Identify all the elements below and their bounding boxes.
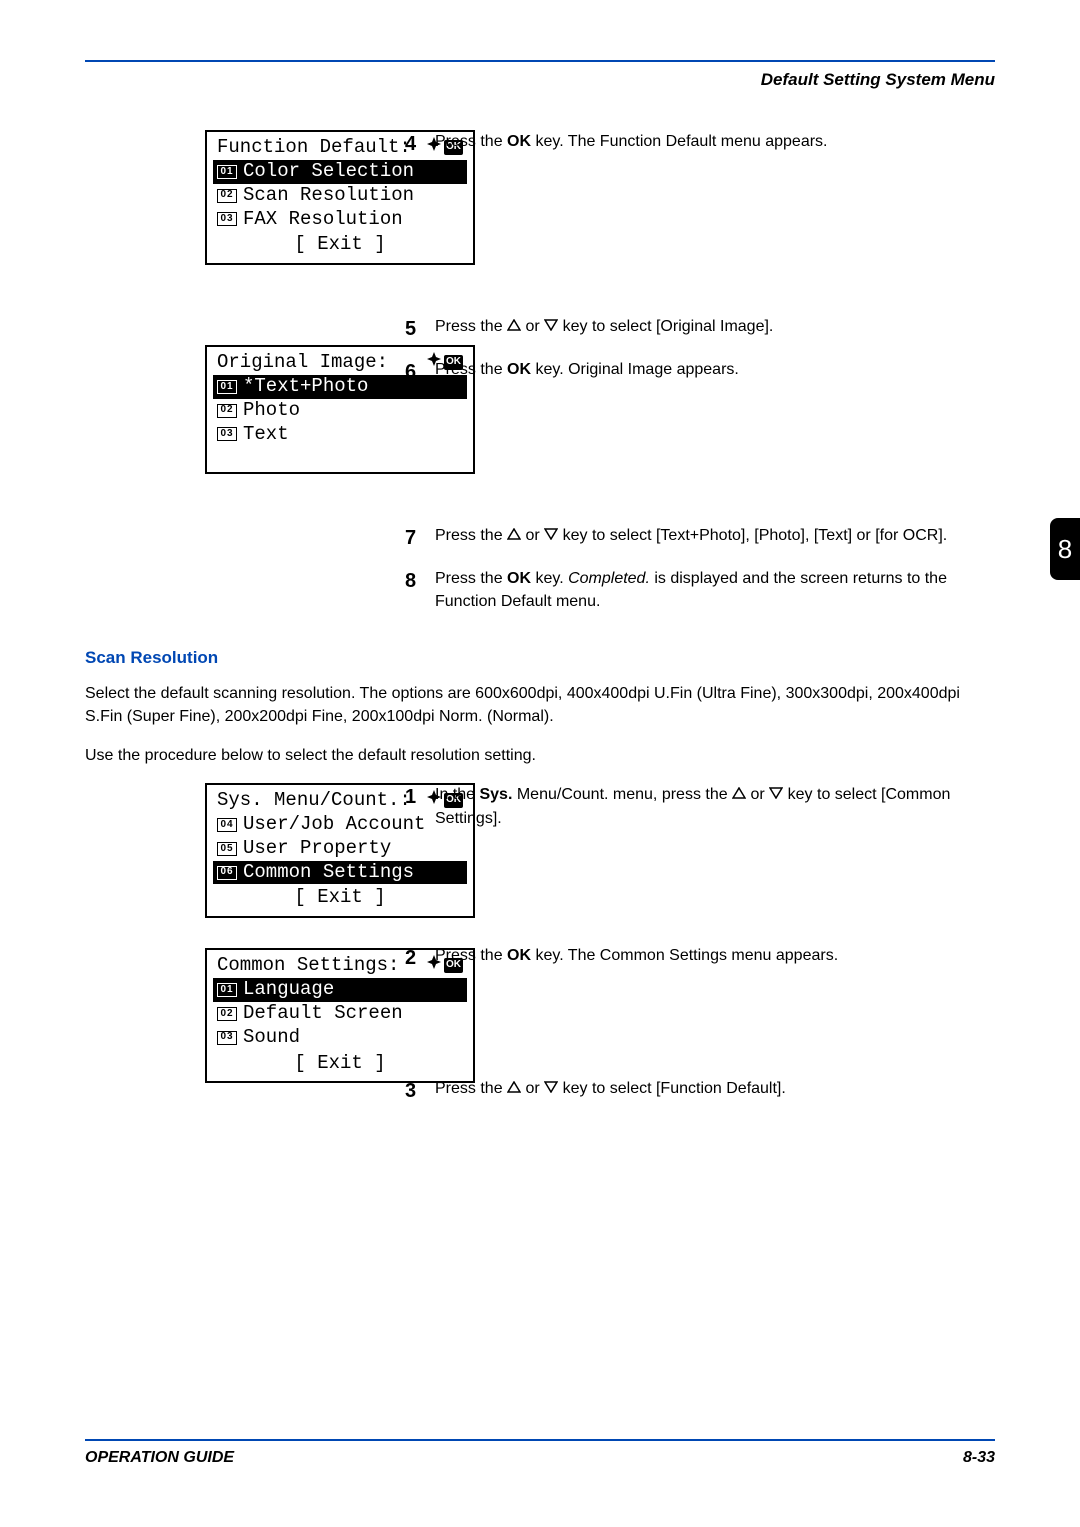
lcd-title: Function Default:	[217, 136, 411, 160]
footer-left: OPERATION GUIDE	[85, 1449, 234, 1467]
up-triangle-icon	[507, 524, 521, 547]
down-triangle-icon	[769, 783, 783, 806]
lcd-title: Sys. Menu/Count.:	[217, 789, 411, 813]
step-6: 6 Press the OK key. Original Image appea…	[405, 358, 995, 387]
up-triangle-icon	[507, 315, 521, 338]
lcd-title: Original Image:	[217, 351, 388, 375]
step-5: 5 Press the or key to select [Original I…	[405, 315, 995, 344]
section-para: Select the default scanning resolution. …	[85, 682, 995, 728]
down-triangle-icon	[544, 1077, 558, 1100]
step-4: 4 Press the OK key. The Function Default…	[405, 130, 995, 159]
up-triangle-icon	[732, 783, 746, 806]
down-triangle-icon	[544, 524, 558, 547]
chapter-tab: 8	[1050, 518, 1080, 580]
up-triangle-icon	[507, 1077, 521, 1100]
step-2: 2 Press the OK key. The Common Settings …	[405, 944, 995, 973]
section-heading-scan-resolution: Scan Resolution	[85, 648, 995, 668]
footer-page-number: 8-33	[963, 1449, 995, 1467]
step-1: 1 In the Sys. Menu/Count. menu, press th…	[405, 783, 995, 830]
step-7: 7 Press the or key to select [Text+Photo…	[405, 524, 995, 553]
section-para: Use the procedure below to select the de…	[85, 744, 995, 767]
down-triangle-icon	[544, 315, 558, 338]
step-8: 8 Press the OK key. Completed. is displa…	[405, 567, 995, 613]
lcd-title: Common Settings:	[217, 954, 399, 978]
step-3: 3 Press the or key to select [Function D…	[405, 1077, 995, 1106]
page-header: Default Setting System Menu	[85, 70, 995, 90]
